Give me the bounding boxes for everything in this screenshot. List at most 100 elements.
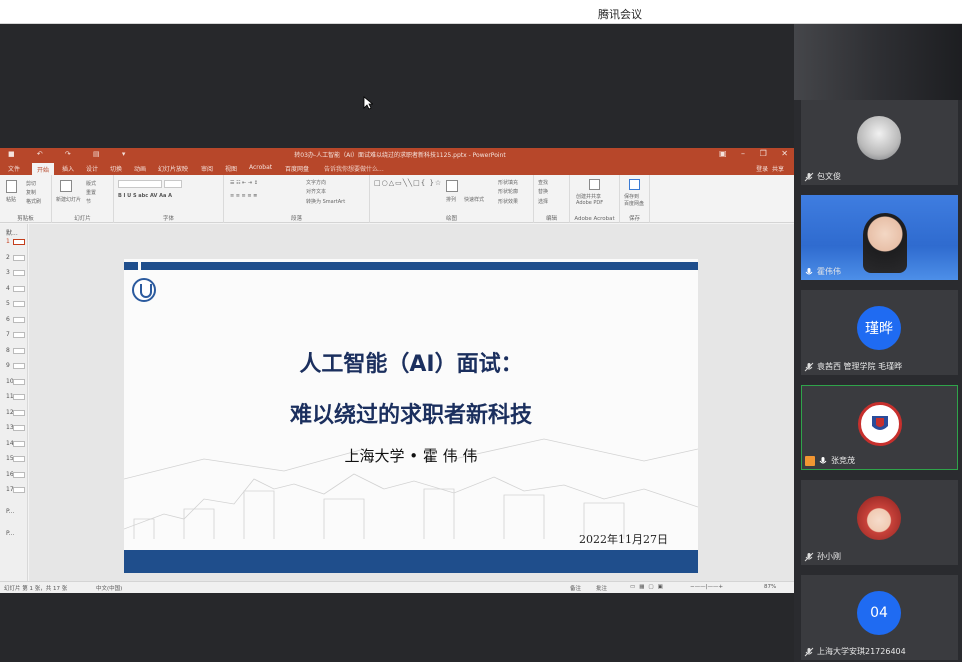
- tab-baidu[interactable]: 百度网盘: [285, 164, 309, 173]
- slide-thumbnail[interactable]: [13, 394, 25, 400]
- tab-file[interactable]: 文件: [8, 164, 20, 173]
- arrange-icon[interactable]: [446, 180, 458, 192]
- shape-effects-button[interactable]: 形状效果: [498, 198, 518, 205]
- slide-thumbnail[interactable]: [13, 254, 25, 261]
- tab-animations[interactable]: 动画: [134, 164, 146, 173]
- slide-thumbnail[interactable]: [13, 456, 25, 462]
- thumbnail-number[interactable]: 1: [6, 238, 10, 245]
- slide-thumbnail[interactable]: [13, 347, 25, 354]
- arrange-button[interactable]: 排列: [446, 196, 456, 203]
- tab-transitions[interactable]: 切换: [110, 164, 122, 173]
- reset-button[interactable]: 重置: [86, 189, 96, 196]
- comments-button[interactable]: 批注: [596, 584, 607, 592]
- new-slide-button[interactable]: 新建幻灯片: [56, 196, 81, 203]
- view-buttons[interactable]: ▭▦▢▣: [630, 584, 667, 590]
- quick-styles-button[interactable]: 快速样式: [464, 196, 484, 203]
- list-buttons[interactable]: ☰ ☷ ⇤ ⇥ ↕: [230, 180, 258, 186]
- create-share-button[interactable]: 创建并共享: [576, 193, 601, 200]
- cloud-save-icon[interactable]: [629, 179, 640, 190]
- shapes-gallery[interactable]: □○△▭╲╲□{ }☆: [374, 179, 442, 187]
- cut-button[interactable]: 剪切: [26, 180, 36, 187]
- slide-thumbnail[interactable]: [13, 285, 25, 292]
- slide-thumbnail[interactable]: [13, 270, 25, 276]
- slide-thumbnail[interactable]: [13, 425, 25, 431]
- group-label: 保存: [628, 216, 640, 222]
- participant-tile-speaking[interactable]: 张竞茂: [801, 385, 958, 470]
- save-to-button[interactable]: 保存到: [624, 193, 639, 200]
- slide-thumbnail[interactable]: [13, 363, 25, 369]
- slide-thumbnail[interactable]: [13, 239, 25, 245]
- ribbon-group-paragraph: ☰ ☷ ⇤ ⇥ ↕ 文字方向 对齐文本 转换为 SmartArt ≡ ≡ ≡ ≡…: [224, 175, 370, 223]
- tab-acrobat[interactable]: Acrobat: [249, 164, 272, 171]
- window-controls[interactable]: ▣ – ❐ ✕: [719, 149, 788, 158]
- thumbnail-number[interactable]: 6: [6, 316, 10, 323]
- copy-button[interactable]: 复制: [26, 189, 36, 196]
- slide-thumbnail[interactable]: [13, 316, 25, 323]
- login-share[interactable]: 登录 共享: [756, 164, 784, 173]
- layout-button[interactable]: 版式: [86, 180, 96, 187]
- shape-fill-button[interactable]: 形状填充: [498, 179, 518, 186]
- paste-icon[interactable]: [6, 180, 17, 193]
- slide-thumbnail[interactable]: [13, 378, 25, 385]
- thumb-section-label[interactable]: P...: [6, 530, 14, 537]
- quick-access-toolbar[interactable]: ■ ↶ ↷ ▤ ▾: [8, 150, 135, 158]
- participant-tile[interactable]: 孙小刚: [801, 480, 958, 565]
- zoom-level[interactable]: 87%: [764, 584, 776, 590]
- select-button[interactable]: 选择: [538, 198, 548, 205]
- thumbnail-number[interactable]: 7: [6, 331, 10, 338]
- text-direction-button[interactable]: 文字方向: [306, 179, 326, 186]
- paste-label[interactable]: 粘贴: [6, 196, 16, 203]
- current-slide[interactable]: 人工智能（AI）面试： 难以绕过的求职者新科技 上海大学 • 霍 伟 伟 202…: [124, 259, 698, 573]
- tab-review[interactable]: 审阅: [201, 164, 213, 173]
- section-button[interactable]: 节: [86, 198, 91, 205]
- thumbnail-number[interactable]: 5: [6, 300, 10, 307]
- tab-insert[interactable]: 插入: [62, 164, 74, 173]
- slide-thumbnail[interactable]: [13, 409, 25, 416]
- participant-avatar: [857, 116, 901, 160]
- align-buttons[interactable]: ≡ ≡ ≡ ≡ ≣: [230, 193, 257, 199]
- slide-thumbnail[interactable]: [13, 301, 25, 307]
- find-button[interactable]: 查找: [538, 179, 548, 186]
- thumbnail-number[interactable]: 8: [6, 347, 10, 354]
- slide-thumbnail[interactable]: [13, 332, 25, 338]
- thumbnail-number[interactable]: 9: [6, 362, 10, 369]
- thumb-section-label[interactable]: P...: [6, 508, 14, 515]
- participant-tile[interactable]: 瑾晔 袁茜西 管理学院 毛瑾晔: [801, 290, 958, 375]
- align-text-button[interactable]: 对齐文本: [306, 188, 326, 195]
- tab-view[interactable]: 视图: [225, 164, 237, 173]
- notes-button[interactable]: 备注: [570, 584, 581, 592]
- ribbon: 粘贴 剪切 复制 格式刷 剪贴板 新建幻灯片 版式 重置 节 幻灯片 B I U…: [0, 175, 794, 223]
- slide-thumbnail[interactable]: [13, 471, 25, 478]
- tab-design[interactable]: 设计: [86, 164, 98, 173]
- share-link[interactable]: 共享: [772, 166, 784, 173]
- thumb-section-label[interactable]: 默...: [6, 228, 18, 237]
- tab-home[interactable]: 开始: [32, 163, 55, 175]
- smartart-button[interactable]: 转换为 SmartArt: [306, 198, 345, 205]
- zoom-slider[interactable]: −——|——+: [690, 584, 723, 590]
- new-slide-icon[interactable]: [60, 180, 72, 192]
- slide-thumbnails-pane[interactable]: 默... 1 2 3 4 5 6 7 8 9 10 11 12 13 14 15 16 17 P... P...: [0, 224, 28, 581]
- tab-slideshow[interactable]: 幻灯片放映: [158, 164, 188, 173]
- pdf-icon[interactable]: [589, 179, 600, 190]
- slide-thumbnail[interactable]: [13, 440, 25, 447]
- group-label: Adobe Acrobat: [574, 216, 615, 222]
- shape-outline-button[interactable]: 形状轮廓: [498, 188, 518, 195]
- tell-me-search[interactable]: 告诉我你想要做什么...: [324, 164, 384, 173]
- thumbnail-number[interactable]: 4: [6, 285, 10, 292]
- replace-button[interactable]: 替换: [538, 188, 548, 195]
- participant-name: 孙小刚: [817, 552, 841, 561]
- font-format-buttons[interactable]: B I U S abc AV Aa A: [118, 193, 172, 199]
- slide-header-bar: [124, 262, 698, 270]
- thumbnail-number[interactable]: 2: [6, 254, 10, 261]
- participant-tile[interactable]: 04 上海大学安琪21726404: [801, 575, 958, 660]
- slide-thumbnail[interactable]: [13, 487, 25, 493]
- font-size-select[interactable]: [164, 180, 182, 188]
- participant-video-tile[interactable]: 霍伟伟: [801, 195, 958, 280]
- font-name-select[interactable]: [118, 180, 162, 188]
- group-label: 字体: [162, 216, 174, 222]
- thumbnail-number[interactable]: 3: [6, 269, 10, 276]
- login-link[interactable]: 登录: [756, 166, 768, 173]
- participant-tile[interactable]: 包文俊: [801, 100, 958, 185]
- format-painter-button[interactable]: 格式刷: [26, 198, 41, 205]
- title-bar: 腾讯会议: [0, 0, 962, 24]
